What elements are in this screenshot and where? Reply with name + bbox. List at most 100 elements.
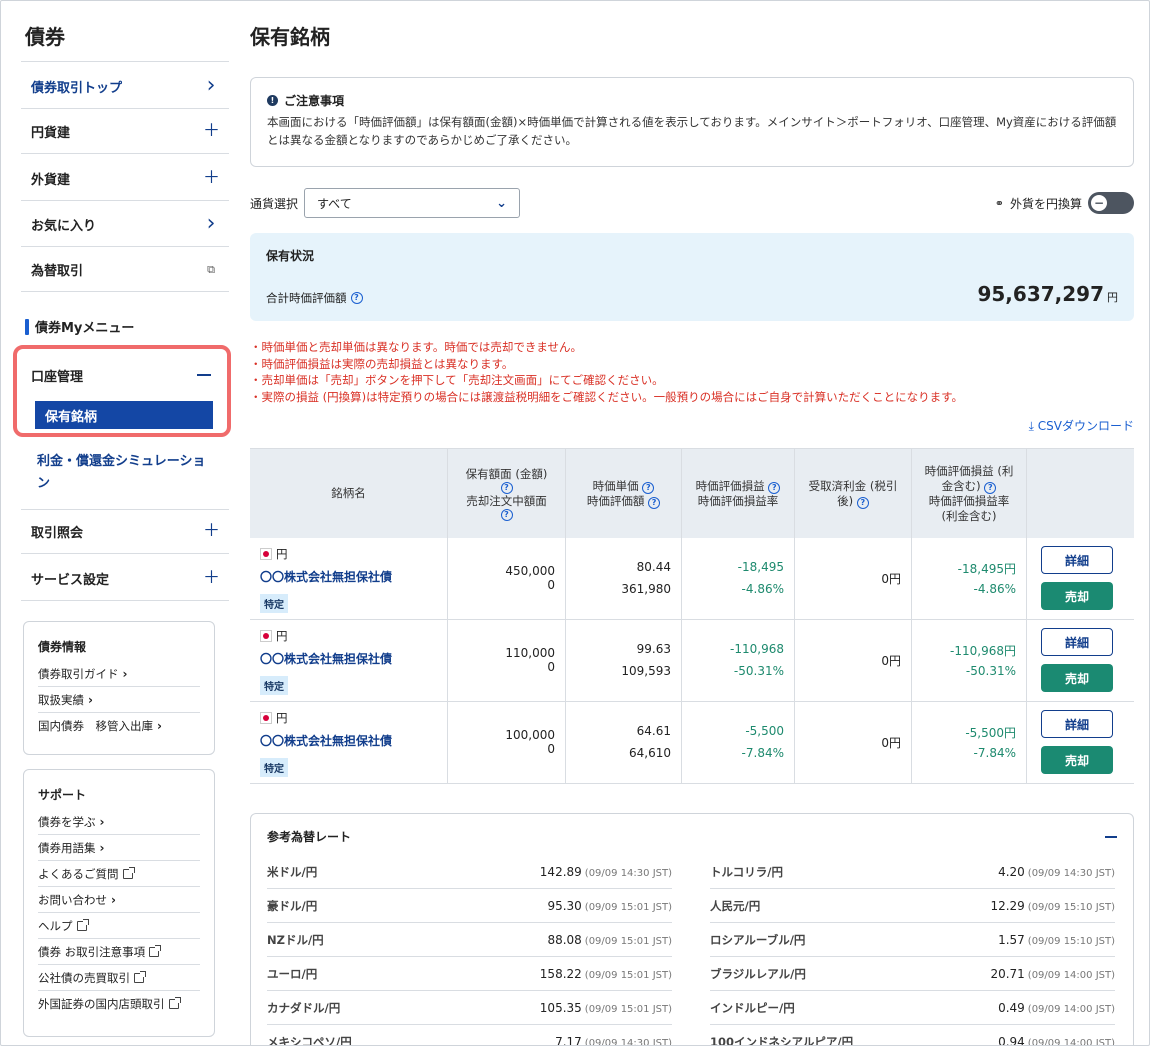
unit-price: 99.63 <box>636 642 671 656</box>
bond-name-link[interactable]: 〇〇株式会社無担保社債 <box>260 568 392 585</box>
sidebar-item-fx-trading[interactable]: 為替取引 ⧉ <box>21 247 229 292</box>
holding-row: 合計時価評価額 ? 95,637,297 円 <box>266 282 1118 306</box>
link-public-bonds[interactable]: 公社債の売買取引 <box>38 965 200 991</box>
fx-row: NZドル/円 88.08 (09/09 15:01 JST) <box>267 923 672 957</box>
link-foreign-otc[interactable]: 外国証券の国内店頭取引 <box>38 991 200 1016</box>
header-label: (利金含む) <box>941 508 997 523</box>
link-label: 債券 お取引注意事項 <box>38 945 146 959</box>
bond-name-link[interactable]: 〇〇株式会社無担保社債 <box>260 650 392 667</box>
detail-button[interactable]: 詳細 <box>1041 710 1113 738</box>
link-glossary[interactable]: 債券用語集 › <box>38 835 200 861</box>
fx-row: ユーロ/円 158.22 (09/09 15:01 JST) <box>267 957 672 991</box>
sidebar-item-label: 外貨建 <box>31 172 71 188</box>
toggle-knob: − <box>1091 195 1107 211</box>
cell-face: 110,000 0 <box>448 620 566 701</box>
fx-title: 参考為替レート <box>267 830 352 844</box>
sidebar-item-account-management[interactable]: 口座管理 <box>21 353 221 397</box>
link-label: お問い合わせ <box>38 893 107 907</box>
fx-rate: 0.49 <box>998 1000 1025 1015</box>
sell-button[interactable]: 売却 <box>1041 664 1113 692</box>
header-label: 時価評価損益 (利 <box>924 463 1014 478</box>
csv-download-link[interactable]: ⤓ CSVダウンロード <box>1029 417 1134 434</box>
fx-rate-group: 20.71 (09/09 14:00 JST) <box>990 967 1115 981</box>
yen-convert-toggle[interactable]: − <box>1088 192 1134 214</box>
fx-rate: 12.29 <box>990 898 1025 913</box>
fx-pair: 人民元/円 <box>710 898 761 913</box>
link-faq[interactable]: よくあるご質問 <box>38 861 200 887</box>
sidebar-item-bond-top[interactable]: 債券取引トップ › <box>21 64 229 109</box>
external-link-icon: ⧉ <box>207 262 215 276</box>
fx-time: (09/09 15:10 JST) <box>1027 935 1115 947</box>
fx-time: (09/09 15:01 JST) <box>584 969 672 981</box>
sidebar-item-service-settings[interactable]: サービス設定 ＋ <box>21 556 229 601</box>
link-trading-notes[interactable]: 債券 お取引注意事項 <box>38 939 200 965</box>
warning-item: ・時価単価と売却単価は異なります。時価では売却できません。 <box>250 340 583 354</box>
help-icon[interactable]: ? <box>350 292 363 304</box>
help-icon[interactable]: ? <box>768 481 781 494</box>
link-bond-guide[interactable]: 債券取引ガイド › <box>38 661 200 687</box>
col-header-name: 銘柄名 <box>250 449 448 538</box>
fx-column-left: 米ドル/円 142.89 (09/09 14:30 JST) 豪ドル/円 95.30(… <box>267 855 672 1045</box>
cell-name: 円 〇〇株式会社無担保社債 特定 <box>250 702 448 783</box>
sidebar-item-holdings[interactable]: 保有銘柄 <box>35 401 213 429</box>
header-label: 時価評価損益率 <box>697 493 779 508</box>
chevron-right-icon: › <box>99 841 105 855</box>
fx-pair: ブラジルレアル/円 <box>710 966 806 981</box>
fx-pair: ユーロ/円 <box>267 966 318 981</box>
download-icon: ⤓ <box>1028 419 1034 433</box>
detail-button[interactable]: 詳細 <box>1041 546 1113 574</box>
pl-rate: -50.31% <box>733 664 784 678</box>
pl-value: -18,495 <box>737 560 784 574</box>
help-icon[interactable]: ? <box>984 481 997 494</box>
sidebar-item-foreign-bonds[interactable]: 外貨建 ＋ <box>21 156 229 201</box>
pl-incl-rate: -4.86% <box>973 582 1016 596</box>
link-transfer[interactable]: 国内債券 移管入出庫 › <box>38 713 200 738</box>
plus-icon: ＋ <box>203 567 220 588</box>
sell-button[interactable]: 売却 <box>1041 582 1113 610</box>
link-contact[interactable]: お問い合わせ › <box>38 887 200 913</box>
sidebar-item-favorites[interactable]: お気に入り › <box>21 202 229 247</box>
link-help[interactable]: ヘルプ <box>38 913 200 939</box>
fx-pair: 豪ドル/円 <box>267 898 318 913</box>
link-track-record[interactable]: 取扱実績 › <box>38 687 200 713</box>
header-label: 時価評価損益率 <box>928 493 1010 508</box>
cell-actions: 詳細 売却 <box>1027 538 1134 619</box>
coupon-received: 0円 <box>881 736 901 750</box>
warning-item: ・時価評価損益は実際の売却損益とは異なります。 <box>250 356 514 371</box>
currency-select[interactable]: すべて ⌄ <box>304 188 521 218</box>
account-type-badge: 特定 <box>260 758 288 777</box>
market-value: 361,980 <box>621 582 671 596</box>
holding-summary: 保有状況 合計時価評価額 ? 95,637,297 円 <box>250 233 1134 321</box>
fx-rates-panel: 参考為替レート 米ドル/円 142.89 (09/09 14:30 JST) 豪ドル… <box>250 813 1134 1046</box>
link-label: 取扱実績 <box>38 693 84 707</box>
cell-pl-incl: -110,968円 -50.31% <box>912 620 1027 701</box>
sell-button[interactable]: 売却 <box>1041 746 1113 774</box>
total-value-text: 合計時価評価額 <box>266 291 347 305</box>
sidebar-item-label: 債券取引トップ <box>31 80 123 96</box>
help-icon[interactable]: ? <box>500 508 513 521</box>
collapse-icon[interactable] <box>1105 835 1117 838</box>
currency-tag: 円 <box>260 710 288 726</box>
fx-row: インドルピー/円 0.49 (09/09 14:00 JST) <box>710 991 1115 1025</box>
col-header-pl-incl: 時価評価損益 (利 金含む) ? 時価評価損益率 (利金含む) <box>912 449 1027 538</box>
total-value-unit: 円 <box>1107 291 1118 304</box>
sidebar-item-label: 口座管理 <box>31 369 84 385</box>
header-label: 銘柄名 <box>331 486 366 500</box>
fx-row: 100インドネシアルピア/円 0.94 (09/09 14:00 JST) <box>710 1025 1115 1046</box>
link-label: 公社債の売買取引 <box>38 971 130 985</box>
fx-pair: NZドル/円 <box>267 932 324 947</box>
help-icon[interactable]: ? <box>648 496 661 509</box>
notice-box: ! ご注意事項 本画面における「時価評価額」は保有額面(金額)×時価単価で計算さ… <box>250 77 1134 167</box>
sidebar-item-coupon-simulation[interactable]: 利金・償還金シミュレーション <box>37 451 217 495</box>
link-learn[interactable]: 債券を学ぶ › <box>38 809 200 835</box>
sidebar-item-trade-inquiry[interactable]: 取引照会 ＋ <box>21 509 229 554</box>
detail-button[interactable]: 詳細 <box>1041 628 1113 656</box>
fx-time: (09/09 14:00 JST) <box>1027 969 1115 981</box>
link-label: 債券用語集 <box>38 841 96 855</box>
help-icon[interactable]: ? <box>500 481 513 494</box>
bond-name-link[interactable]: 〇〇株式会社無担保社債 <box>260 732 392 749</box>
help-icon[interactable]: ? <box>856 496 869 509</box>
sidebar-item-yen-bonds[interactable]: 円貨建 ＋ <box>21 109 229 154</box>
fx-rate: 1.57 <box>998 932 1025 947</box>
help-icon[interactable]: ? <box>642 481 655 494</box>
